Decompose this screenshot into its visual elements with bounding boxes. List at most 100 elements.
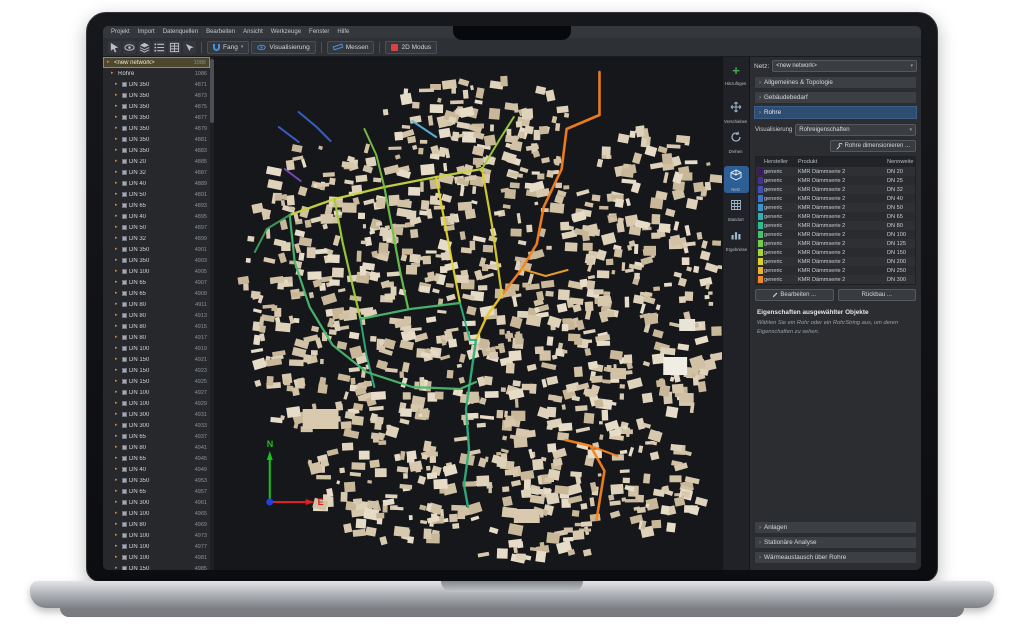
- header-nennweite[interactable]: Nennweite: [887, 159, 915, 165]
- tree-scrollbar-thumb[interactable]: [210, 59, 214, 123]
- tree-row[interactable]: DN 3004933: [103, 420, 210, 431]
- tree-group-row[interactable]: Rohre 1086: [103, 68, 210, 79]
- expand-caret-icon[interactable]: [115, 159, 120, 164]
- tree-row[interactable]: DN 1004905: [103, 266, 210, 277]
- expand-caret-icon[interactable]: [115, 148, 120, 153]
- expand-caret-icon[interactable]: [115, 225, 120, 230]
- expand-caret-icon[interactable]: [115, 126, 120, 131]
- tree-row[interactable]: DN 1504921: [103, 354, 210, 365]
- expand-caret-icon[interactable]: [115, 522, 120, 527]
- visualisierung-select[interactable]: Rohreigenschaften: [795, 124, 916, 136]
- tree-row[interactable]: DN 804911: [103, 299, 210, 310]
- menu-item[interactable]: Hilfe: [333, 26, 353, 38]
- expand-caret-icon[interactable]: [115, 555, 120, 560]
- expand-caret-icon[interactable]: [115, 423, 120, 428]
- section-allgemeines[interactable]: Allgemeines & Topologie: [754, 76, 917, 89]
- tree-row[interactable]: DN 654893: [103, 200, 210, 211]
- pipe-table-row[interactable]: genericKMR Dämmserie 2DN 25: [756, 176, 915, 185]
- expand-caret-icon[interactable]: [115, 434, 120, 439]
- menu-item[interactable]: Ansicht: [239, 26, 267, 38]
- pipe-table-row[interactable]: genericKMR Dämmserie 2DN 200: [756, 257, 915, 266]
- section-stationaere-analyse[interactable]: Stationäre Analyse: [754, 536, 917, 549]
- tree-row[interactable]: DN 404895: [103, 211, 210, 222]
- header-hersteller[interactable]: Hersteller: [764, 159, 798, 165]
- expand-caret-icon[interactable]: [107, 60, 112, 65]
- expand-caret-icon[interactable]: [115, 346, 120, 351]
- expand-caret-icon[interactable]: [115, 566, 120, 570]
- header-produkt[interactable]: Produkt: [798, 159, 887, 165]
- expand-caret-icon[interactable]: [111, 71, 116, 76]
- eye-icon[interactable]: [123, 41, 136, 54]
- expand-caret-icon[interactable]: [115, 544, 120, 549]
- expand-caret-icon[interactable]: [115, 335, 120, 340]
- map-viewport[interactable]: NE: [215, 57, 722, 570]
- tree-row[interactable]: DN 1504923: [103, 365, 210, 376]
- expand-caret-icon[interactable]: [115, 247, 120, 252]
- tree-row[interactable]: DN 1504985: [103, 563, 210, 570]
- pipe-table-row[interactable]: genericKMR Dämmserie 2DN 80: [756, 221, 915, 230]
- expand-caret-icon[interactable]: [115, 203, 120, 208]
- modus-2d-button[interactable]: 2D Modus: [385, 41, 437, 54]
- tree-scrollbar[interactable]: [210, 57, 214, 570]
- tree-row[interactable]: DN 804917: [103, 332, 210, 343]
- expand-caret-icon[interactable]: [115, 214, 120, 219]
- tree-row[interactable]: DN 404889: [103, 178, 210, 189]
- tree-row[interactable]: DN 654909: [103, 288, 210, 299]
- tree-row[interactable]: DN 654907: [103, 277, 210, 288]
- tree-row[interactable]: DN 1004919: [103, 343, 210, 354]
- tree-row[interactable]: DN 654937: [103, 431, 210, 442]
- dimension-pipes-button[interactable]: Rohre dimensionieren ...: [830, 140, 916, 152]
- layers-icon[interactable]: [138, 41, 151, 54]
- tree-row[interactable]: DN 1004977: [103, 541, 210, 552]
- menu-item[interactable]: Werkzeuge: [267, 26, 305, 38]
- expand-caret-icon[interactable]: [115, 291, 120, 296]
- expand-caret-icon[interactable]: [115, 401, 120, 406]
- side-toolbar-hinzuf-gen[interactable]: Hinzufügen: [724, 60, 749, 87]
- table-icon[interactable]: [168, 41, 181, 54]
- expand-caret-icon[interactable]: [115, 467, 120, 472]
- expand-caret-icon[interactable]: [115, 170, 120, 175]
- expand-caret-icon[interactable]: [115, 456, 120, 461]
- tree-row[interactable]: DN 404949: [103, 464, 210, 475]
- expand-caret-icon[interactable]: [115, 93, 120, 98]
- side-toolbar-verschieben[interactable]: Verschieben: [724, 98, 749, 125]
- side-toolbar-ergebnisse[interactable]: Ergebnisse: [724, 226, 749, 253]
- menu-item[interactable]: Bearbeiten: [202, 26, 239, 38]
- expand-caret-icon[interactable]: [115, 511, 120, 516]
- expand-caret-icon[interactable]: [115, 269, 120, 274]
- section-rohre[interactable]: Rohre: [754, 106, 917, 119]
- tree-root-row[interactable]: <new network> 1086: [103, 57, 210, 68]
- tree-row[interactable]: DN 804915: [103, 321, 210, 332]
- tree-row[interactable]: DN 3504901: [103, 244, 210, 255]
- expand-caret-icon[interactable]: [115, 390, 120, 395]
- expand-caret-icon[interactable]: [115, 478, 120, 483]
- pipe-table-row[interactable]: genericKMR Dämmserie 2DN 100: [756, 230, 915, 239]
- side-toolbar-standort[interactable]: Standort: [724, 196, 749, 223]
- tree-row[interactable]: DN 804969: [103, 519, 210, 530]
- pipe-table-row[interactable]: genericKMR Dämmserie 2DN 150: [756, 248, 915, 257]
- expand-caret-icon[interactable]: [115, 489, 120, 494]
- expand-caret-icon[interactable]: [115, 445, 120, 450]
- tree-row[interactable]: DN 504897: [103, 222, 210, 233]
- tree-row[interactable]: DN 1004981: [103, 552, 210, 563]
- expand-caret-icon[interactable]: [115, 137, 120, 142]
- tree-row[interactable]: DN 1004927: [103, 387, 210, 398]
- network-select[interactable]: <new network>: [772, 60, 917, 72]
- expand-caret-icon[interactable]: [115, 412, 120, 417]
- expand-caret-icon[interactable]: [115, 302, 120, 307]
- tree-row[interactable]: DN 3504871: [103, 79, 210, 90]
- tree-row[interactable]: DN 1004965: [103, 508, 210, 519]
- select-tool-icon[interactable]: [108, 41, 121, 54]
- section-gebaeudebedarf[interactable]: Gebäudebedarf: [754, 91, 917, 104]
- side-toolbar-drehen[interactable]: Drehen: [724, 128, 749, 155]
- section-anlagen[interactable]: Anlagen: [754, 521, 917, 534]
- expand-caret-icon[interactable]: [115, 115, 120, 120]
- tree-row[interactable]: DN 324899: [103, 233, 210, 244]
- expand-caret-icon[interactable]: [115, 500, 120, 505]
- map-svg[interactable]: NE: [215, 57, 722, 570]
- tree-row[interactable]: DN 804941: [103, 442, 210, 453]
- menu-item[interactable]: Import: [134, 26, 159, 38]
- visualisierung-button[interactable]: Visualisierung: [251, 41, 315, 54]
- expand-caret-icon[interactable]: [115, 533, 120, 538]
- expand-caret-icon[interactable]: [115, 379, 120, 384]
